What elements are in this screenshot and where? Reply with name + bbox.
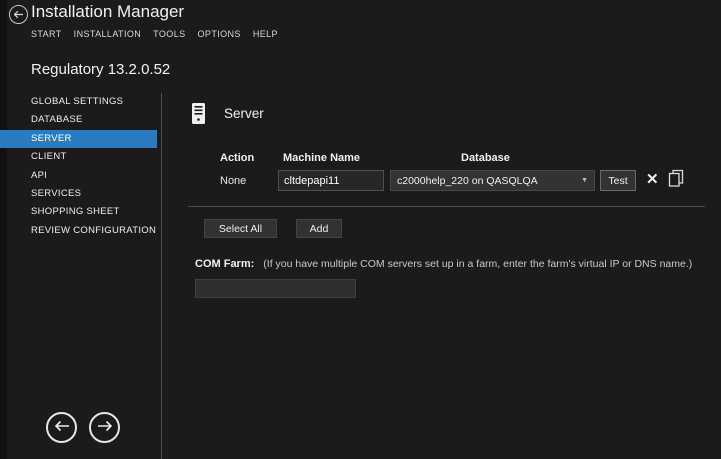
com-farm-row: COM Farm: (If you have multiple COM serv… [195,258,692,270]
back-button[interactable] [9,5,28,24]
next-step-button[interactable] [89,412,120,443]
delete-server-icon[interactable]: ✕ [646,171,659,189]
column-header-action: Action [220,152,255,164]
sidebar: GLOBAL SETTINGS DATABASE SERVER CLIENT A… [0,93,157,240]
sidebar-item-global-settings[interactable]: GLOBAL SETTINGS [0,93,157,111]
app-title: Installation Manager [31,2,185,21]
menu-item-tools[interactable]: TOOLS [153,29,185,39]
action-value: None [220,175,247,187]
test-button[interactable]: Test [600,170,636,191]
sidebar-item-review-configuration[interactable]: REVIEW CONFIGURATION [0,222,157,240]
sidebar-item-services[interactable]: SERVICES [0,185,157,203]
column-header-database: Database [461,152,510,164]
sidebar-item-api[interactable]: API [0,167,157,185]
sidebar-divider [161,93,162,459]
column-header-machine-name: Machine Name [283,152,361,164]
add-button[interactable]: Add [296,219,342,238]
menu-item-help[interactable]: HELP [253,29,278,39]
section-separator [188,206,705,207]
menu-item-installation[interactable]: INSTALLATION [74,29,141,39]
sidebar-item-shopping-sheet[interactable]: SHOPPING SHEET [0,203,157,221]
sidebar-item-server[interactable]: SERVER [0,129,157,149]
com-farm-hint: (If you have multiple COM servers set up… [263,258,693,270]
menu-bar: START INSTALLATION TOOLS OPTIONS HELP [31,29,278,39]
menu-item-options[interactable]: OPTIONS [198,29,241,39]
select-all-button[interactable]: Select All [204,219,277,238]
chevron-down-icon: ▼ [581,177,588,184]
database-selected-value: c2000help_220 on QASQLQA [397,174,538,187]
sidebar-item-database[interactable]: DATABASE [0,111,157,129]
com-farm-input[interactable] [195,279,356,298]
arrow-left-icon [54,419,70,437]
server-icon [190,102,207,130]
arrow-right-icon [97,419,113,437]
machine-name-input[interactable] [278,170,384,191]
com-farm-label: COM Farm: [195,258,255,270]
menu-item-start[interactable]: START [31,29,62,39]
sidebar-item-client[interactable]: CLIENT [0,148,157,166]
previous-step-button[interactable] [46,412,77,443]
section-title: Server [224,106,264,121]
database-select[interactable]: c2000help_220 on QASQLQA ▼ [390,170,595,191]
product-version-title: Regulatory 13.2.0.52 [31,61,171,78]
copy-server-icon[interactable] [668,169,684,193]
back-arrow-icon [13,6,24,24]
